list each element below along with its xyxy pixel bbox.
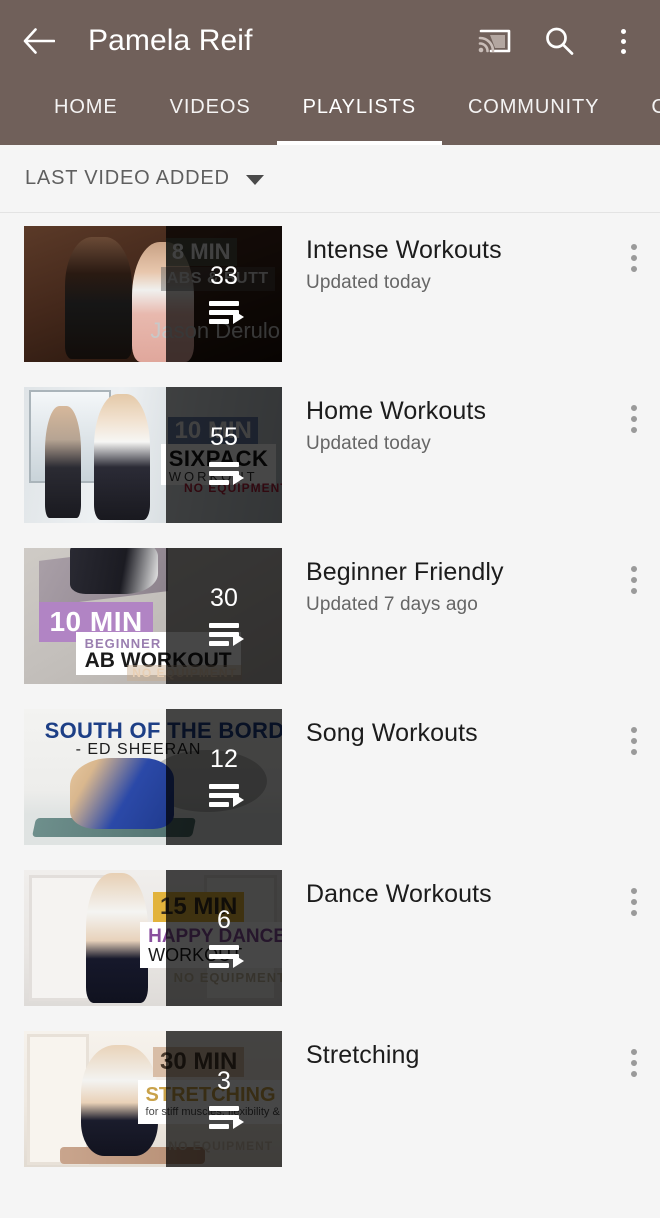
playlist-text-block: Stretching: [282, 1031, 608, 1077]
cast-icon[interactable]: [476, 22, 514, 60]
playlist-thumbnail[interactable]: 15 MIN HAPPY DANCE WORKOUT NO EQUIPMENT …: [24, 870, 282, 1006]
playlist-play-icon: [208, 462, 244, 485]
kebab-dot: [620, 38, 626, 44]
kebab-dot: [631, 1060, 637, 1066]
app-bar-top-row: Pamela Reif: [0, 0, 660, 82]
kebab-dot: [631, 749, 637, 755]
kebab-dot: [631, 266, 637, 272]
kebab-dot: [631, 566, 637, 572]
playlist-row[interactable]: 8 MIN ABS & BUTT Jason Derulo 33 Intense…: [0, 213, 660, 374]
row-more-vertical-icon[interactable]: [608, 226, 660, 272]
tab-label: PLAYLISTS: [302, 96, 416, 118]
playlist-thumbnail[interactable]: 30 MIN STRETCHING for stiff muscles, fle…: [24, 1031, 282, 1167]
playlist-video-count: 33: [210, 262, 238, 290]
playlist-title: Dance Workouts: [306, 880, 492, 908]
back-arrow-icon[interactable]: [22, 24, 56, 58]
row-more-vertical-icon[interactable]: [608, 387, 660, 433]
tab-home[interactable]: HOME: [28, 82, 144, 145]
playlist-count-overlay: 30: [165, 548, 282, 684]
row-more-vertical-icon[interactable]: [608, 870, 660, 916]
kebab-dot: [631, 727, 637, 733]
playlist-thumbnail[interactable]: 10 MIN SIXPACK WORKOUT NO EQUIPMENT 55: [24, 387, 282, 523]
playlist-list: 8 MIN ABS & BUTT Jason Derulo 33 Intense…: [0, 213, 660, 1179]
kebab-dot: [620, 48, 626, 54]
playlist-video-count: 30: [210, 584, 238, 612]
tab-label: CHANNELS: [651, 96, 660, 118]
playlist-row[interactable]: SOUTH OF THE BORDER - ED SHEERAN 12 Song…: [0, 696, 660, 857]
row-more-vertical-icon[interactable]: [608, 548, 660, 594]
playlist-thumbnail[interactable]: SOUTH OF THE BORDER - ED SHEERAN 12: [24, 709, 282, 845]
app-bar: Pamela Reif HOME VIDEOS PLAYLISTS COMMUN…: [0, 0, 660, 145]
playlist-row[interactable]: 10 MIN BEGINNER AB WORKOUT NO EQUIPMENT …: [0, 535, 660, 696]
playlist-row[interactable]: 10 MIN SIXPACK WORKOUT NO EQUIPMENT 55 H…: [0, 374, 660, 535]
tab-channels[interactable]: CHANNELS: [625, 82, 660, 145]
kebab-dot: [631, 1071, 637, 1077]
playlist-row[interactable]: 30 MIN STRETCHING for stiff muscles, fle…: [0, 1018, 660, 1179]
kebab-dot: [631, 738, 637, 744]
playlist-text-block: Beginner Friendly Updated 7 days ago: [282, 548, 608, 616]
kebab-dot: [631, 416, 637, 422]
tab-label: COMMUNITY: [467, 96, 600, 118]
sort-selector[interactable]: LAST VIDEO ADDED: [0, 145, 660, 213]
playlist-video-count: 55: [210, 423, 238, 451]
playlist-text-block: Home Workouts Updated today: [282, 387, 608, 455]
playlist-count-overlay: 6: [165, 870, 282, 1006]
playlist-video-count: 3: [217, 1067, 231, 1095]
channel-tabs: HOME VIDEOS PLAYLISTS COMMUNITY CHANNELS: [0, 82, 660, 145]
kebab-dot: [631, 888, 637, 894]
kebab-dot: [631, 255, 637, 261]
playlist-subtitle: Updated 7 days ago: [306, 593, 478, 615]
sort-label: LAST VIDEO ADDED: [25, 167, 230, 189]
tab-community[interactable]: COMMUNITY: [442, 82, 625, 145]
playlist-count-overlay: 33: [165, 226, 282, 362]
playlist-title: Song Workouts: [306, 719, 478, 747]
chevron-down-icon: [245, 175, 264, 185]
kebab-dot: [631, 427, 637, 433]
tab-playlists[interactable]: PLAYLISTS: [276, 82, 443, 145]
playlist-row[interactable]: 15 MIN HAPPY DANCE WORKOUT NO EQUIPMENT …: [0, 857, 660, 1018]
playlist-count-overlay: 12: [165, 709, 282, 845]
search-icon[interactable]: [540, 22, 578, 60]
playlist-video-count: 6: [217, 906, 231, 934]
kebab-dot: [631, 577, 637, 583]
row-more-vertical-icon[interactable]: [608, 1031, 660, 1077]
playlist-play-icon: [208, 623, 244, 646]
playlist-thumbnail[interactable]: 8 MIN ABS & BUTT Jason Derulo 33: [24, 226, 282, 362]
playlist-title: Stretching: [306, 1041, 420, 1069]
playlist-play-icon: [208, 1106, 244, 1129]
playlist-subtitle: Updated today: [306, 432, 431, 454]
more-vertical-icon[interactable]: [604, 22, 642, 60]
channel-title: Pamela Reif: [88, 24, 253, 57]
kebab-dot: [631, 910, 637, 916]
playlist-text-block: Dance Workouts: [282, 870, 608, 916]
kebab-dot: [631, 588, 637, 594]
kebab-dot: [631, 244, 637, 250]
playlist-title: Home Workouts: [306, 397, 487, 425]
playlist-count-overlay: 55: [165, 387, 282, 523]
playlist-text-block: Intense Workouts Updated today: [282, 226, 608, 294]
tab-label: VIDEOS: [169, 96, 251, 118]
kebab-dot: [631, 899, 637, 905]
playlist-text-block: Song Workouts: [282, 709, 608, 755]
playlist-video-count: 12: [210, 745, 238, 773]
kebab-dot: [631, 405, 637, 411]
tab-label: HOME: [54, 96, 118, 118]
playlist-title: Beginner Friendly: [306, 558, 504, 586]
app-bar-actions: [476, 22, 642, 60]
kebab-dot: [631, 1049, 637, 1055]
playlist-thumbnail[interactable]: 10 MIN BEGINNER AB WORKOUT NO EQUIPMENT …: [24, 548, 282, 684]
playlist-play-icon: [208, 945, 244, 968]
playlist-play-icon: [208, 301, 244, 324]
playlist-play-icon: [208, 784, 244, 807]
playlist-title: Intense Workouts: [306, 236, 502, 264]
playlist-count-overlay: 3: [165, 1031, 282, 1167]
tab-videos[interactable]: VIDEOS: [144, 82, 277, 145]
playlist-subtitle: Updated today: [306, 271, 431, 293]
kebab-dot: [620, 28, 626, 34]
row-more-vertical-icon[interactable]: [608, 709, 660, 755]
